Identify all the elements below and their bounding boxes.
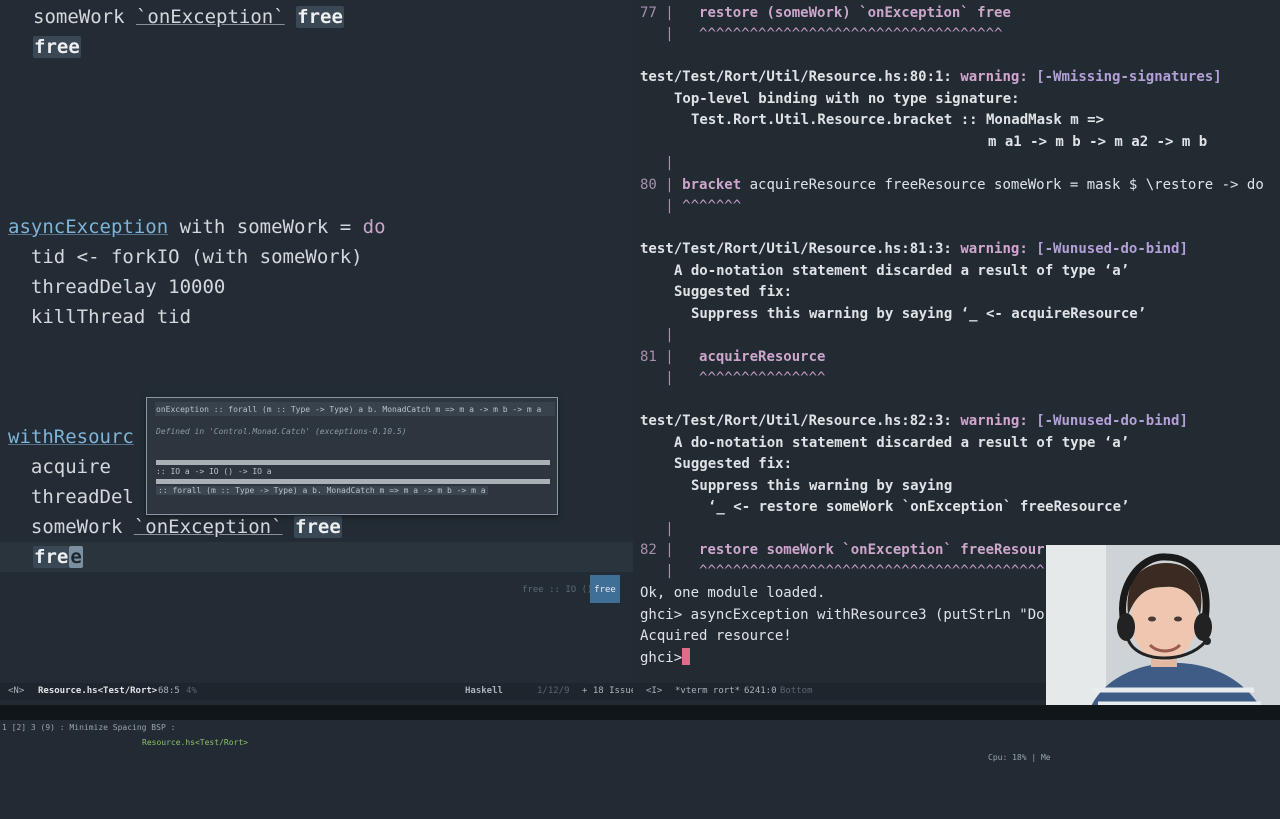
- hover-signature-specialised: :: IO a -> IO () -> IO a: [156, 467, 272, 476]
- ghci-prompt-line[interactable]: ghci>: [640, 648, 691, 668]
- code-line-withresource[interactable]: withResourc: [8, 422, 134, 452]
- window-title: Resource.hs<Test/Rort>: [142, 738, 248, 747]
- editor-pane[interactable]: someWork `onException` free free asyncEx…: [0, 0, 633, 683]
- editor-modeline[interactable]: <N> Resource.hs<Test/Rort> 68:5 4% Haske…: [0, 683, 642, 700]
- warning-3-gutter: |: [640, 521, 674, 537]
- code-line-fork[interactable]: tid <- forkIO (with someWork): [8, 242, 363, 272]
- code-line-current[interactable]: fre e: [33, 542, 83, 572]
- warning-2-message: A do-notation statement discarded a resu…: [674, 263, 1130, 279]
- hover-documentation-popup[interactable]: onException :: forall (m :: Type -> Type…: [146, 397, 558, 515]
- warning-1-message: Top-level binding with no type signature…: [674, 91, 1020, 107]
- warning-3-fix-cont: ‘_ <- restore someWork `onException` fre…: [708, 499, 1130, 515]
- code-line-delay[interactable]: threadDelay 10000: [8, 272, 225, 302]
- cpu-usage: Cpu: 18% | Me: [988, 753, 1051, 762]
- warning-1-binding: Test.Rort.Util.Resource.bracket :: Monad…: [691, 112, 1105, 128]
- workspace-list: 1 [2] 3 (9) : Minimize Spacing BSP :: [2, 723, 181, 732]
- current-line-highlight: [0, 542, 633, 572]
- buffer-name[interactable]: *vterm rort*: [675, 683, 740, 700]
- warning-2-gutter: |: [640, 327, 674, 343]
- buffer-name[interactable]: Resource.hs<Test/Rort>: [38, 683, 157, 700]
- code-line-2[interactable]: free: [33, 32, 81, 62]
- text-cursor: e: [69, 546, 83, 568]
- webcam-overlay: [1046, 545, 1280, 720]
- presenter-video: [1046, 545, 1280, 720]
- code-line-acquire[interactable]: acquire: [8, 452, 111, 482]
- warning-3-header: test/Test/Rort/Util/Resource.hs:82:3: wa…: [640, 413, 1188, 429]
- separator: [156, 460, 550, 465]
- code-line-kill[interactable]: killThread tid: [8, 302, 191, 332]
- warning-1-binding-cont: m a1 -> m b -> m a2 -> m b: [988, 134, 1208, 150]
- code-line-async[interactable]: asyncException with someWork = do: [8, 212, 386, 242]
- cursor-position: 6241:0: [744, 686, 777, 696]
- warning-1-source-line: 80 | bracket acquireResource freeResourc…: [640, 177, 1264, 193]
- warning-2-header: test/Test/Rort/Util/Resource.hs:81:3: wa…: [640, 241, 1188, 257]
- warning-3-fix: Suppress this warning by saying: [691, 478, 953, 494]
- vcs-info: 1/12/9: [537, 686, 570, 696]
- separator: [156, 479, 550, 484]
- ghci-command-line: ghci> asyncException withResource3 (putS…: [640, 607, 1045, 623]
- code-line-onexception[interactable]: someWork `onException` free: [8, 512, 342, 542]
- warning-3-source-line: 82 | restore someWork `onException` free…: [640, 542, 1045, 558]
- window-manager-statusbar: 1 [2] 3 (9) : Minimize Spacing BSP : Res…: [0, 705, 1280, 762]
- buffer-percent: Bottom: [780, 686, 813, 696]
- warning-1-header: test/Test/Rort/Util/Resource.hs:80:1: wa…: [640, 69, 1222, 85]
- warning-2-fix: Suppress this warning by saying ‘_ <- ac…: [691, 306, 1147, 322]
- buffer-percent: 4%: [186, 686, 197, 696]
- warning-0-carets: | ^^^^^^^^^^^^^^^^^^^^^^^^^^^^^^^^^^^^: [640, 26, 1003, 42]
- ghci-output: Acquired resource!: [640, 628, 792, 644]
- warning-2-carets: | ^^^^^^^^^^^^^^^: [640, 370, 826, 386]
- warning-3-message: A do-notation statement discarded a resu…: [674, 435, 1130, 451]
- warning-3-carets: | ^^^^^^^^^^^^^^^^^^^^^^^^^^^^^^^^^^^^^^…: [640, 563, 1045, 579]
- terminal-cursor: [682, 648, 691, 665]
- completion-selected-item[interactable]: free: [590, 575, 620, 603]
- hover-signature: onException :: forall (m :: Type -> Type…: [156, 405, 542, 414]
- ghci-loaded-message: Ok, one module loaded.: [640, 585, 826, 601]
- warning-2-suggested: Suggested fix:: [674, 284, 793, 300]
- warning-1-carets: | ^^^^^^^: [640, 198, 742, 214]
- hover-defined-in: Defined in 'Control.Monad.Catch' (except…: [156, 427, 407, 436]
- completion-annotation: free :: IO (): [522, 585, 593, 595]
- evil-state: <N>: [8, 686, 25, 696]
- warning-1-gutter: |: [640, 155, 674, 171]
- cursor-position: 68:5: [158, 686, 180, 696]
- major-mode[interactable]: Haskell: [465, 683, 503, 700]
- warning-0-source-line: 77 | restore (someWork) `onException` fr…: [640, 5, 1011, 21]
- hover-signature-general: :: forall (m :: Type -> Type) a b. Monad…: [156, 486, 488, 495]
- warning-3-suggested: Suggested fix:: [674, 456, 793, 472]
- code-line-threaddelay[interactable]: threadDel: [8, 482, 134, 512]
- warning-2-source-line: 81 | acquireResource: [640, 349, 826, 365]
- evil-state: <I>: [646, 686, 663, 696]
- code-line-1[interactable]: someWork `onException` free: [33, 2, 344, 32]
